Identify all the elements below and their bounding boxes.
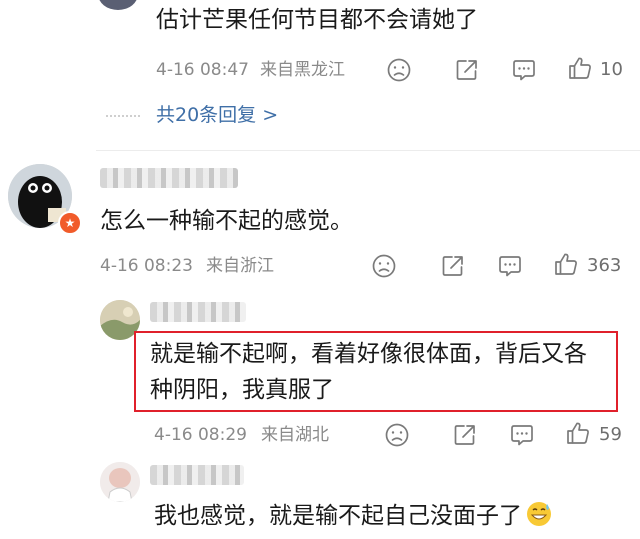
- dislike-icon[interactable]: [384, 422, 410, 448]
- comment-text-line-1: 就是输不起啊，看着好像很体面，背后又各: [150, 341, 587, 367]
- comment-location: 来自黑龙江: [260, 60, 345, 80]
- share-icon[interactable]: [454, 57, 480, 83]
- comment-time: 4-16 08:29: [154, 425, 247, 445]
- avatar-image: [100, 462, 140, 502]
- dotted-divider: [106, 115, 140, 117]
- verified-badge: ★: [58, 211, 82, 235]
- comment-icon[interactable]: [509, 422, 535, 448]
- dislike-icon[interactable]: [386, 57, 412, 83]
- comment-location: 来自湖北: [261, 425, 329, 445]
- share-icon[interactable]: [440, 253, 466, 279]
- comment-icon[interactable]: [511, 57, 537, 83]
- avatar[interactable]: [100, 462, 140, 502]
- comment-text: 怎么一种输不起的感觉。: [100, 208, 353, 234]
- view-replies-link[interactable]: 共20条回复 >: [156, 103, 278, 127]
- dislike-icon[interactable]: [371, 253, 397, 279]
- grinning-sweat-emoji: [527, 502, 551, 526]
- comment-location: 来自浙江: [206, 256, 274, 276]
- username-blurred[interactable]: [150, 465, 244, 485]
- comment-time: 4-16 08:47: [156, 60, 249, 80]
- like-count: 10: [600, 59, 623, 80]
- like-icon[interactable]: [567, 55, 593, 81]
- like-icon[interactable]: [553, 251, 579, 277]
- comment-icon[interactable]: [497, 253, 523, 279]
- share-icon[interactable]: [452, 422, 478, 448]
- comment-text: 我也感觉，就是输不起自己没面子了: [154, 498, 552, 534]
- like-count: 59: [599, 424, 622, 445]
- username-blurred[interactable]: [150, 302, 246, 322]
- comment-text: 估计芒果任何节目都不会请她了: [156, 7, 478, 33]
- username-blurred[interactable]: [100, 168, 238, 188]
- comment-text-line-2: 种阴阳，我真服了: [150, 377, 334, 403]
- comment-thread: 估计芒果任何节目都不会请她了 4-16 08:47 来自黑龙江 10 共20条回…: [0, 0, 640, 539]
- like-icon[interactable]: [565, 420, 591, 446]
- comment-time: 4-16 08:23: [100, 256, 193, 276]
- avatar[interactable]: [98, 0, 138, 10]
- divider: [96, 150, 640, 151]
- comment-text-content: 我也感觉，就是输不起自己没面子了: [154, 503, 522, 529]
- like-count: 363: [587, 255, 622, 276]
